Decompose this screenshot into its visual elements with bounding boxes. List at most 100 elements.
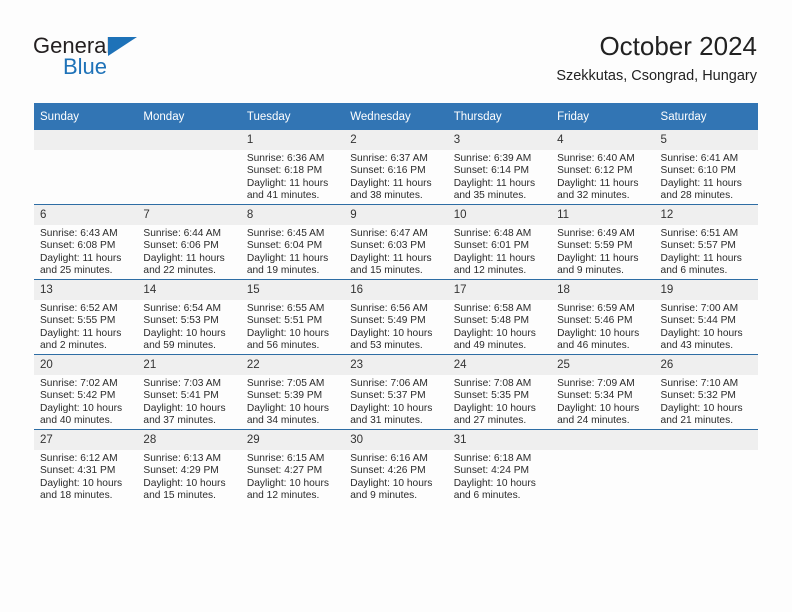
calendar-day-cell[interactable]: 29 Sunrise: 6:15 AM Sunset: 4:27 PM Dayligh… bbox=[240, 429, 345, 504]
calendar-day-cell[interactable]: 9 Sunrise: 6:47 AM Sunset: 6:03 PM Daylight… bbox=[344, 204, 448, 280]
sunrise-time: Sunrise: 6:45 AM bbox=[246, 228, 325, 239]
sunrise-time: Sunrise: 7:05 AM bbox=[246, 378, 325, 389]
calendar-day-cell[interactable]: 14 Sunrise: 6:54 AM Sunset: 5:53 PM Dayligh… bbox=[137, 279, 241, 355]
brand-logo[interactable]: General Blue bbox=[33, 34, 163, 84]
daylight-duration-line1: Daylight: 11 hours bbox=[143, 252, 225, 264]
calendar-day-cell[interactable]: 17 Sunrise: 6:58 AM Sunset: 5:48 PM Dayligh… bbox=[447, 279, 552, 355]
calendar-day-cell[interactable]: 8 Sunrise: 6:45 AM Sunset: 6:04 PM Daylight… bbox=[240, 204, 345, 280]
calendar-day-cell[interactable]: 16 Sunrise: 6:56 AM Sunset: 5:49 PM Dayligh… bbox=[344, 279, 448, 355]
daylight-duration-line1: Daylight: 10 hours bbox=[660, 402, 743, 414]
calendar-day-cell[interactable]: 31 Sunrise: 6:18 AM Sunset: 4:24 PM Dayligh… bbox=[447, 429, 552, 504]
day-number: 27 bbox=[34, 430, 138, 450]
calendar-day-cell[interactable]: 20 Sunrise: 7:02 AM Sunset: 5:42 PM Dayligh… bbox=[34, 354, 138, 430]
calendar-day-cell[interactable]: 15 Sunrise: 6:55 AM Sunset: 5:51 PM Dayligh… bbox=[240, 279, 345, 355]
calendar-day-cell[interactable]: 21 Sunrise: 7:03 AM Sunset: 5:41 PM Dayligh… bbox=[137, 354, 241, 430]
day-number: 5 bbox=[654, 130, 758, 150]
sunrise-time: Sunrise: 7:02 AM bbox=[40, 378, 118, 389]
calendar-day-cell[interactable]: 11 Sunrise: 6:49 AM Sunset: 5:59 PM Dayligh… bbox=[551, 204, 655, 280]
day-number: 20 bbox=[34, 355, 138, 375]
daylight-duration-line2: and 15 minutes. bbox=[143, 490, 216, 502]
calendar-day-cell[interactable]: 3 Sunrise: 6:39 AM Sunset: 6:14 PM Daylight… bbox=[447, 130, 552, 205]
daylight-duration-line1: Daylight: 10 hours bbox=[246, 327, 329, 339]
calendar-day-cell[interactable]: 28 Sunrise: 6:13 AM Sunset: 4:29 PM Dayligh… bbox=[137, 429, 241, 504]
day-details: Sunrise: 6:52 AM Sunset: 5:55 PM Daylight:… bbox=[34, 300, 137, 353]
sunrise-time: Sunrise: 7:10 AM bbox=[660, 378, 739, 389]
daylight-duration-line2: and 32 minutes. bbox=[557, 190, 630, 202]
calendar-day-cell[interactable]: 6 Sunrise: 6:43 AM Sunset: 6:08 PM Daylight… bbox=[34, 204, 138, 280]
calendar-day-cell[interactable]: 10 Sunrise: 6:48 AM Sunset: 6:01 PM Dayligh… bbox=[447, 204, 552, 280]
daylight-duration-line1: Daylight: 11 hours bbox=[40, 327, 122, 339]
sunrise-time: Sunrise: 6:48 AM bbox=[453, 228, 532, 239]
daylight-duration-line2: and 6 minutes. bbox=[660, 265, 728, 277]
sunrise-time: Sunrise: 7:08 AM bbox=[453, 378, 532, 389]
calendar-day-cell[interactable]: 5 Sunrise: 6:41 AM Sunset: 6:10 PM Daylight… bbox=[654, 130, 758, 205]
calendar-day-cell[interactable]: 30 Sunrise: 6:16 AM Sunset: 4:26 PM Dayligh… bbox=[344, 429, 448, 504]
calendar-week-row: 1 Sunrise: 6:36 AM Sunset: 6:18 PM Daylight… bbox=[34, 130, 758, 205]
sunrise-time: Sunrise: 6:16 AM bbox=[350, 453, 428, 464]
sunrise-time: Sunrise: 6:51 AM bbox=[660, 228, 739, 239]
calendar-day-cell[interactable]: 7 Sunrise: 6:44 AM Sunset: 6:06 PM Daylight… bbox=[137, 204, 241, 280]
sunset-time: Sunset: 5:46 PM bbox=[557, 315, 633, 327]
sunrise-time: Sunrise: 7:00 AM bbox=[660, 303, 739, 314]
day-number: 13 bbox=[34, 280, 138, 300]
day-details: Sunrise: 6:55 AM Sunset: 5:51 PM Daylight:… bbox=[241, 300, 344, 353]
sunset-time: Sunset: 6:16 PM bbox=[350, 165, 426, 177]
calendar-week-row: 27 Sunrise: 6:12 AM Sunset: 4:31 PM Dayligh… bbox=[34, 429, 758, 504]
day-number: 26 bbox=[654, 355, 758, 375]
calendar-day-cell-empty bbox=[34, 130, 138, 205]
day-details: Sunrise: 6:39 AM Sunset: 6:14 PM Daylight:… bbox=[448, 150, 551, 203]
day-details: Sunrise: 6:47 AM Sunset: 6:03 PM Daylight:… bbox=[344, 225, 447, 278]
calendar-day-cell[interactable]: 26 Sunrise: 7:10 AM Sunset: 5:32 PM Dayligh… bbox=[654, 354, 758, 430]
day-number: 21 bbox=[137, 355, 241, 375]
page-header: General Blue October 2024 Szekkutas, Cso… bbox=[0, 0, 792, 100]
daylight-duration-line1: Daylight: 11 hours bbox=[453, 252, 536, 264]
day-number: 4 bbox=[551, 130, 655, 150]
sunset-time: Sunset: 5:39 PM bbox=[246, 390, 323, 402]
sunset-time: Sunset: 6:14 PM bbox=[453, 165, 530, 177]
title-block: October 2024 Szekkutas, Csongrad, Hungar… bbox=[556, 30, 757, 87]
day-number bbox=[137, 130, 241, 150]
daylight-duration-line2: and 21 minutes. bbox=[660, 415, 734, 427]
sunrise-time: Sunrise: 6:39 AM bbox=[453, 153, 532, 164]
sunrise-time: Sunrise: 6:55 AM bbox=[246, 303, 325, 314]
daylight-duration-line1: Daylight: 10 hours bbox=[143, 477, 226, 489]
sunset-time: Sunset: 6:06 PM bbox=[143, 240, 219, 252]
calendar-day-cell[interactable]: 4 Sunrise: 6:40 AM Sunset: 6:12 PM Daylight… bbox=[551, 130, 655, 205]
day-details: Sunrise: 6:41 AM Sunset: 6:10 PM Daylight:… bbox=[655, 150, 758, 203]
calendar-day-cell[interactable]: 24 Sunrise: 7:08 AM Sunset: 5:35 PM Dayligh… bbox=[447, 354, 552, 430]
sunset-time: Sunset: 5:49 PM bbox=[350, 315, 426, 327]
calendar-day-cell[interactable]: 18 Sunrise: 6:59 AM Sunset: 5:46 PM Dayligh… bbox=[551, 279, 655, 355]
daylight-duration-line1: Daylight: 10 hours bbox=[40, 477, 123, 489]
day-details: Sunrise: 7:03 AM Sunset: 5:41 PM Daylight:… bbox=[137, 375, 240, 428]
brand-name-blue: Blue bbox=[63, 54, 108, 79]
calendar-day-cell[interactable]: 2 Sunrise: 6:37 AM Sunset: 6:16 PM Daylight… bbox=[344, 130, 448, 205]
daylight-duration-line2: and 46 minutes. bbox=[557, 340, 630, 352]
day-number: 29 bbox=[240, 430, 345, 450]
daylight-duration-line2: and 9 minutes. bbox=[557, 265, 624, 277]
calendar-day-cell[interactable]: 1 Sunrise: 6:36 AM Sunset: 6:18 PM Daylight… bbox=[240, 130, 345, 205]
daylight-duration-line1: Daylight: 10 hours bbox=[453, 477, 536, 489]
sunrise-time: Sunrise: 7:09 AM bbox=[557, 378, 635, 389]
calendar-day-cell[interactable]: 13 Sunrise: 6:52 AM Sunset: 5:55 PM Dayligh… bbox=[34, 279, 138, 355]
day-details: Sunrise: 6:18 AM Sunset: 4:24 PM Daylight:… bbox=[448, 450, 551, 503]
calendar-day-cell[interactable]: 27 Sunrise: 6:12 AM Sunset: 4:31 PM Dayligh… bbox=[34, 429, 138, 504]
daylight-duration-line1: Daylight: 11 hours bbox=[40, 252, 122, 264]
day-details: Sunrise: 7:08 AM Sunset: 5:35 PM Daylight:… bbox=[448, 375, 551, 428]
day-number bbox=[551, 430, 655, 450]
sunset-time: Sunset: 5:51 PM bbox=[246, 315, 323, 327]
calendar-header-row: Sunday Monday Tuesday Wednesday Thursday Frid… bbox=[34, 103, 758, 130]
day-number: 12 bbox=[654, 205, 758, 225]
sunset-time: Sunset: 6:03 PM bbox=[350, 240, 426, 252]
daylight-duration-line1: Daylight: 11 hours bbox=[246, 252, 329, 264]
daylight-duration-line2: and 25 minutes. bbox=[40, 265, 113, 277]
daylight-duration-line1: Daylight: 11 hours bbox=[453, 177, 536, 189]
day-details bbox=[551, 450, 654, 453]
calendar-day-cell[interactable]: 22 Sunrise: 7:05 AM Sunset: 5:39 PM Dayligh… bbox=[240, 354, 345, 430]
sunset-time: Sunset: 4:31 PM bbox=[40, 465, 116, 477]
calendar-day-cell[interactable]: 19 Sunrise: 7:00 AM Sunset: 5:44 PM Dayligh… bbox=[654, 279, 758, 355]
daylight-duration-line1: Daylight: 10 hours bbox=[143, 327, 226, 339]
calendar-day-cell[interactable]: 25 Sunrise: 7:09 AM Sunset: 5:34 PM Dayligh… bbox=[551, 354, 655, 430]
calendar-day-cell[interactable]: 23 Sunrise: 7:06 AM Sunset: 5:37 PM Dayligh… bbox=[344, 354, 448, 430]
daylight-duration-line2: and 12 minutes. bbox=[246, 490, 320, 502]
calendar-day-cell[interactable]: 12 Sunrise: 6:51 AM Sunset: 5:57 PM Dayligh… bbox=[654, 204, 758, 280]
